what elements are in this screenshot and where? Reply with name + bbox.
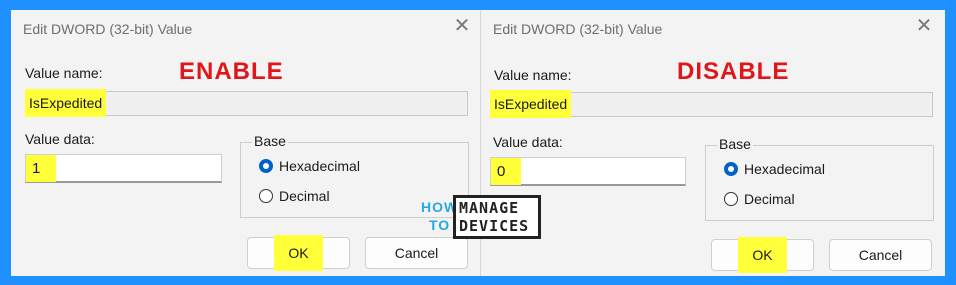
- value-data-input[interactable]: 0: [490, 157, 686, 186]
- dialog-title: Edit DWORD (32-bit) Value: [23, 21, 193, 37]
- logo-devices: DEVICES: [459, 217, 530, 235]
- value-data-input[interactable]: 1: [25, 154, 222, 183]
- ok-label: OK: [738, 237, 787, 273]
- radio-decimal-label: Decimal: [279, 188, 330, 204]
- base-label: Base: [252, 133, 288, 149]
- base-group: [705, 145, 934, 221]
- close-icon[interactable]: ✕: [450, 14, 474, 38]
- ok-button[interactable]: OK: [711, 237, 814, 273]
- radio-decimal-label: Decimal: [744, 191, 795, 207]
- radio-hexadecimal-label: Hexadecimal: [744, 161, 825, 177]
- value-data-label: Value data:: [493, 134, 563, 150]
- value-data-text: 1: [26, 155, 56, 182]
- close-icon[interactable]: ✕: [912, 14, 936, 38]
- radio-hexadecimal[interactable]: Hexadecimal: [259, 158, 360, 174]
- how-to-manage-devices-logo: HOW TO MANAGE DEVICES: [419, 195, 543, 239]
- radio-unselected-icon: [724, 192, 738, 206]
- radio-selected-icon: [724, 162, 738, 176]
- radio-unselected-icon: [259, 189, 273, 203]
- value-data-text: 0: [491, 158, 521, 185]
- ok-button[interactable]: OK: [247, 235, 350, 271]
- radio-decimal[interactable]: Decimal: [259, 188, 330, 204]
- value-data-label: Value data:: [25, 131, 95, 147]
- disable-banner: DISABLE: [677, 58, 790, 85]
- radio-hexadecimal-label: Hexadecimal: [279, 158, 360, 174]
- radio-decimal[interactable]: Decimal: [724, 191, 795, 207]
- cancel-button[interactable]: Cancel: [365, 237, 468, 269]
- value-name-label: Value name:: [494, 67, 572, 83]
- edit-dword-dialog-disable: Edit DWORD (32-bit) Value ✕ Value name: …: [480, 10, 945, 276]
- value-name-label: Value name:: [25, 65, 103, 81]
- radio-selected-icon: [259, 159, 273, 173]
- ok-label: OK: [274, 235, 323, 271]
- logo-to: TO: [429, 217, 451, 233]
- base-label: Base: [717, 136, 753, 152]
- dialog-title: Edit DWORD (32-bit) Value: [493, 21, 663, 37]
- edit-dword-dialog-enable: Edit DWORD (32-bit) Value ✕ Value name: …: [11, 10, 480, 276]
- cancel-button[interactable]: Cancel: [829, 239, 932, 271]
- logo-manage: MANAGE: [459, 199, 520, 217]
- radio-hexadecimal[interactable]: Hexadecimal: [724, 161, 825, 177]
- enable-banner: ENABLE: [179, 58, 284, 85]
- value-name-text: IsExpedited: [25, 89, 107, 117]
- value-name-text: IsExpedited: [490, 90, 572, 118]
